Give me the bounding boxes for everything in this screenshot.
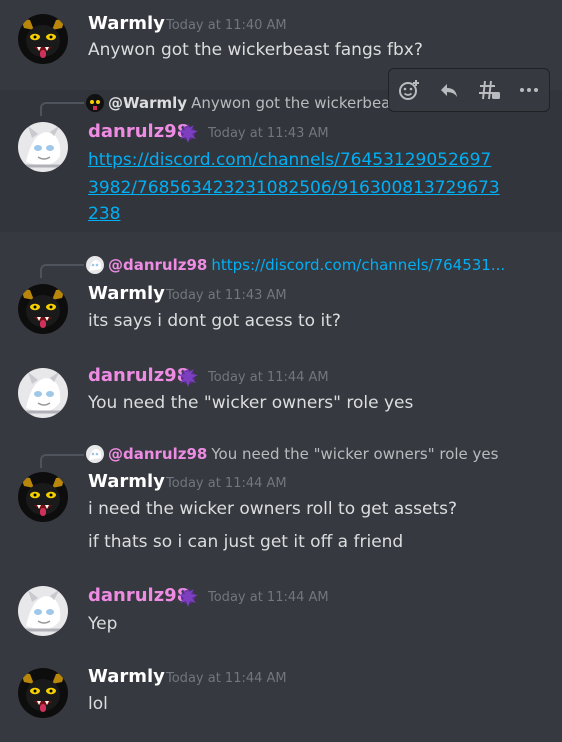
timestamp[interactable]: Today at 11:44 AM [166,671,287,686]
author-name[interactable]: Warmly [88,283,165,304]
reply-spine [40,454,84,468]
timestamp[interactable]: Today at 11:44 AM [166,476,287,491]
more-icon[interactable] [513,74,545,106]
create-thread-icon[interactable] [473,74,505,106]
message-6: danrulz98 Today at 11:44 AM Yep [0,574,562,654]
message-text: its says i dont got acess to it? [88,311,341,331]
danrulz-avatar[interactable] [18,122,68,172]
author-name[interactable]: Warmly [88,666,165,687]
reply-preview[interactable]: @danrulz98 https://discord.com/channels/… [86,254,505,276]
message-toolbar [388,68,550,112]
danrulz-mini-avatar [86,445,104,463]
nitro-badge-icon[interactable] [176,122,200,144]
message-text: Anywon got the wickerbeast fangs fbx? [88,40,423,60]
danrulz-avatar[interactable] [18,368,68,418]
message-link-line-2[interactable]: 3982/768563423231082506/916300813729673 [88,173,500,204]
message-5: @danrulz98 You need the "wicker owners" … [0,442,562,566]
nitro-badge-icon[interactable] [176,366,200,388]
reply-author[interactable]: @danrulz98 [108,256,207,274]
author-name[interactable]: Warmly [88,13,165,34]
add-reaction-icon[interactable] [393,74,425,106]
reply-text: You need the "wicker owners" role yes [211,445,499,463]
reply-author[interactable]: @Warmly [108,94,187,112]
timestamp[interactable]: Today at 11:44 AM [208,590,329,605]
message-text: You need the "wicker owners" role yes [88,393,414,413]
author-name[interactable]: danrulz98 [88,121,189,142]
warmly-mini-avatar [86,94,104,112]
message-4: danrulz98 Today at 11:44 AM You need the… [0,356,562,436]
warmly-avatar[interactable] [18,284,68,334]
message-text: Yep [88,614,118,634]
warmly-avatar[interactable] [18,668,68,718]
danrulz-avatar[interactable] [18,586,68,636]
timestamp[interactable]: Today at 11:40 AM [166,18,287,33]
timestamp[interactable]: Today at 11:43 AM [166,288,287,303]
nitro-badge-icon[interactable] [176,586,200,608]
timestamp[interactable]: Today at 11:43 AM [208,126,329,141]
message-link-line-3[interactable]: 238 [88,199,120,230]
warmly-avatar[interactable] [18,472,68,522]
danrulz-mini-avatar [86,256,104,274]
timestamp[interactable]: Today at 11:44 AM [208,370,329,385]
message-link-line-1[interactable]: https://discord.com/channels/76453129052… [88,145,491,176]
reply-preview[interactable]: @danrulz98 You need the "wicker owners" … [86,443,498,465]
message-text: lol [88,694,108,714]
message-3: @danrulz98 https://discord.com/channels/… [0,252,562,344]
reply-icon[interactable] [433,74,465,106]
warmly-avatar[interactable] [18,14,68,64]
author-name[interactable]: Warmly [88,471,165,492]
reply-text: https://discord.com/channels/764531... [211,256,506,274]
author-name[interactable]: danrulz98 [88,365,189,386]
reply-spine [40,102,84,116]
author-name[interactable]: danrulz98 [88,585,189,606]
message-text: i need the wicker owners roll to get ass… [88,499,457,519]
reply-author[interactable]: @danrulz98 [108,445,207,463]
message-text-followup: if thats so i can just get it off a frie… [88,532,404,552]
reply-spine [40,264,84,278]
message-7: Warmly Today at 11:44 AM lol [0,656,562,742]
